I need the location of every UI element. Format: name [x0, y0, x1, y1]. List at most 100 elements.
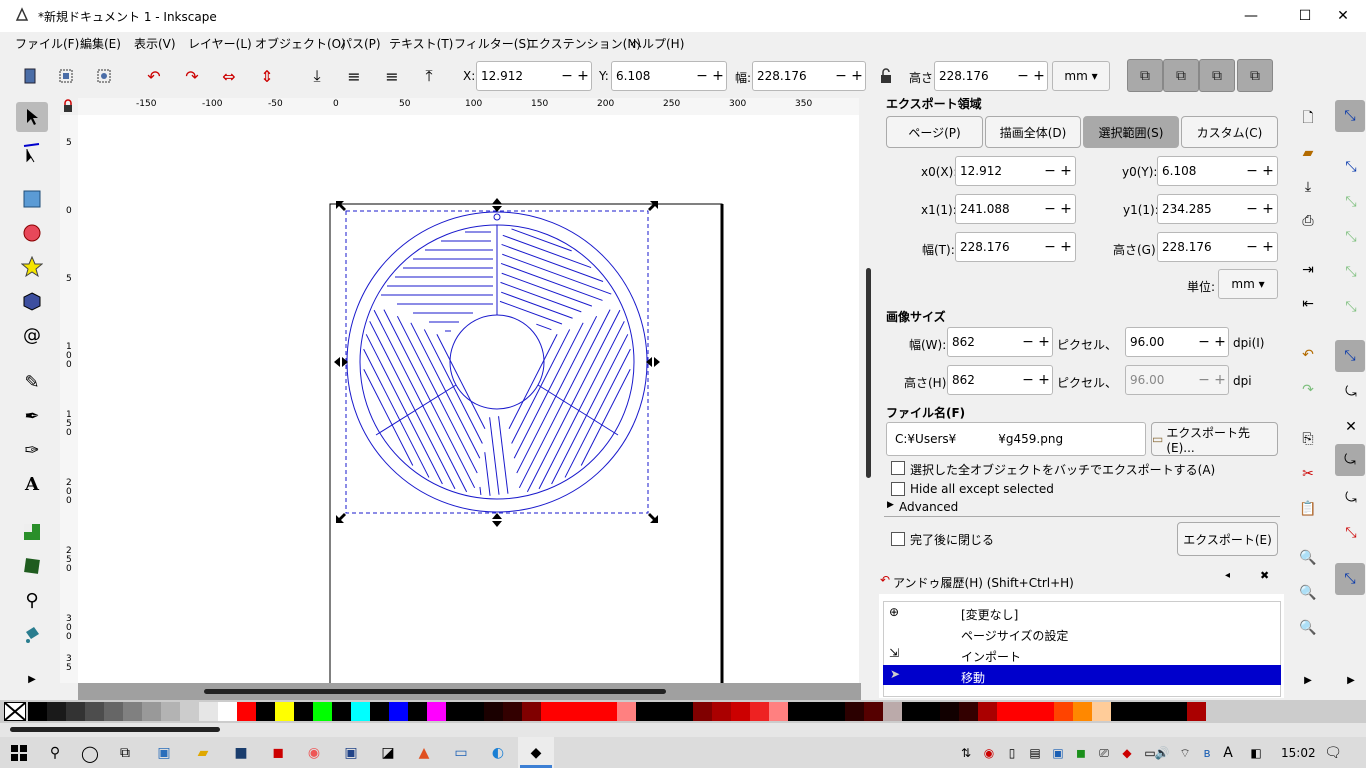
image-height-decrement[interactable]: − — [1020, 370, 1036, 390]
menu-path[interactable]: パス(P) — [340, 35, 381, 52]
color-swatch[interactable] — [237, 702, 256, 721]
area-height-decrement[interactable]: − — [1244, 237, 1260, 257]
color-swatch[interactable] — [845, 702, 864, 721]
color-swatch[interactable] — [47, 702, 66, 721]
menu-text[interactable]: テキスト(T) — [389, 35, 453, 52]
y-decrement[interactable]: − — [694, 66, 710, 86]
flip-horizontal-icon[interactable]: ⇔ — [217, 64, 241, 88]
transform-patterns-button[interactable]: ⧉ — [1237, 59, 1273, 92]
x1-spinbox[interactable]: 241.088 − + — [955, 194, 1076, 224]
save-icon[interactable]: ⤓ — [1296, 175, 1320, 199]
snap-path-icon[interactable]: ⤿ — [1339, 380, 1363, 404]
color-swatch[interactable] — [123, 702, 142, 721]
snap-midpoint-icon[interactable]: ⤡ — [1339, 521, 1363, 545]
menu-object[interactable]: オブジェクト(O) — [255, 35, 346, 52]
undo-item[interactable]: [変更なし] — [961, 606, 1018, 623]
color-swatch[interactable] — [1111, 702, 1130, 721]
color-swatch[interactable] — [617, 702, 636, 721]
color-swatch[interactable] — [275, 702, 294, 721]
color-swatch[interactable] — [28, 702, 47, 721]
export-area-drawing-button[interactable]: 描画全体(D) — [985, 116, 1081, 148]
app-icon[interactable]: ◼ — [267, 742, 289, 764]
color-swatch[interactable] — [902, 702, 921, 721]
color-swatch[interactable] — [1016, 702, 1035, 721]
color-swatch[interactable] — [788, 702, 807, 721]
color-swatch[interactable] — [997, 702, 1016, 721]
x-decrement[interactable]: − — [559, 66, 575, 86]
snap-bbox-midpoint-icon[interactable]: ⤡ — [1339, 260, 1363, 284]
export-button[interactable]: エクスポート(E) — [1177, 522, 1278, 556]
color-swatch[interactable] — [1054, 702, 1073, 721]
app-icon[interactable]: ◪ — [377, 742, 399, 764]
width-increment[interactable]: + — [849, 66, 865, 86]
color-swatch[interactable] — [1130, 702, 1149, 721]
lock-icon[interactable] — [874, 64, 898, 88]
zoom-drawing-icon[interactable]: 🔍 — [1296, 581, 1320, 605]
color-swatch[interactable] — [1035, 702, 1054, 721]
zoom-page-icon[interactable]: 🔍 — [1296, 616, 1320, 640]
hide-all-checkbox[interactable] — [891, 482, 905, 496]
area-width-decrement[interactable]: − — [1042, 237, 1058, 257]
color-swatch[interactable] — [712, 702, 731, 721]
area-height-spinbox[interactable]: 228.176 − + — [1157, 232, 1278, 262]
y0-decrement[interactable]: − — [1244, 161, 1260, 181]
volume-icon[interactable]: 🔊 — [1151, 742, 1173, 764]
clock[interactable]: 15:02 — [1281, 746, 1316, 760]
x0-decrement[interactable]: − — [1042, 161, 1058, 181]
snap-enable-icon[interactable]: ⤡ — [1335, 100, 1365, 132]
color-swatch[interactable] — [1168, 702, 1187, 721]
menu-help[interactable]: ヘルプ(H) — [630, 35, 684, 52]
image-width-spinbox[interactable]: 862 − + — [947, 327, 1053, 357]
color-swatch[interactable] — [465, 702, 484, 721]
import-icon[interactable]: ⇥ — [1296, 258, 1320, 282]
app-icon[interactable]: ■ — [230, 742, 252, 764]
transform-stroke-button[interactable]: ⧉ — [1127, 59, 1163, 92]
color-swatch[interactable] — [864, 702, 883, 721]
export-area-custom-button[interactable]: カスタム(C) — [1181, 116, 1278, 148]
color-swatch[interactable] — [769, 702, 788, 721]
color-swatch[interactable] — [370, 702, 389, 721]
snap-others-icon[interactable]: ⤡ — [1335, 563, 1365, 595]
batch-export-checkbox[interactable] — [891, 461, 905, 475]
menu-view[interactable]: 表示(V) — [134, 35, 176, 52]
color-swatch[interactable] — [199, 702, 218, 721]
area-height-increment[interactable]: + — [1260, 237, 1276, 257]
y1-spinbox[interactable]: 234.285 − + — [1157, 194, 1278, 224]
bluetooth-icon[interactable]: ʙ — [1196, 742, 1218, 764]
height-increment[interactable]: + — [1031, 66, 1047, 86]
image-width-increment[interactable]: + — [1036, 332, 1052, 352]
photos-app-icon[interactable]: ▣ — [153, 742, 175, 764]
pencil-tool-icon[interactable]: ✎ — [16, 367, 48, 397]
raise-icon[interactable]: ≡ — [380, 64, 404, 88]
redo-icon[interactable]: ↷ — [1296, 378, 1320, 402]
export-area-selection-button[interactable]: 選択範囲(S) — [1083, 116, 1179, 148]
export-unit-dropdown[interactable]: mm ▾ — [1218, 269, 1278, 299]
inkscape-icon[interactable]: ◆ — [525, 742, 547, 764]
color-swatch[interactable] — [313, 702, 332, 721]
color-swatch[interactable] — [1073, 702, 1092, 721]
image-height-spinbox[interactable]: 862 − + — [947, 365, 1053, 395]
select-all-icon[interactable] — [18, 64, 42, 88]
vertical-scrollbar[interactable] — [861, 98, 877, 683]
dpi-value[interactable]: 96.00 — [1130, 335, 1164, 349]
close-button[interactable]: ✕ — [1320, 0, 1366, 32]
network-icon[interactable]: ⌔ — [1174, 742, 1196, 764]
x-increment[interactable]: + — [575, 66, 591, 86]
color-swatch[interactable] — [389, 702, 408, 721]
panel-close-icon[interactable]: ✖ — [1260, 569, 1269, 582]
lower-to-bottom-icon[interactable]: ⤓ — [305, 64, 329, 88]
paste-icon[interactable]: 📋 — [1296, 497, 1320, 521]
y-value[interactable]: 6.108 — [616, 69, 650, 83]
transform-gradients-button[interactable]: ⧉ — [1199, 59, 1235, 92]
tray-icon[interactable]: ◉ — [978, 742, 1000, 764]
snap-bbox-corner-icon[interactable]: ⤡ — [1339, 225, 1363, 249]
rectangle-tool-icon[interactable] — [16, 184, 48, 214]
image-width-value[interactable]: 862 — [952, 335, 975, 349]
task-view-icon[interactable]: ⧉ — [114, 742, 136, 764]
ruler-corner-lock[interactable] — [60, 98, 78, 115]
color-swatch[interactable] — [541, 702, 560, 721]
color-swatch[interactable] — [256, 702, 275, 721]
color-swatch[interactable] — [674, 702, 693, 721]
snap-expand-icon[interactable]: ▶ — [1339, 668, 1363, 692]
app-icon[interactable]: ▣ — [340, 742, 362, 764]
